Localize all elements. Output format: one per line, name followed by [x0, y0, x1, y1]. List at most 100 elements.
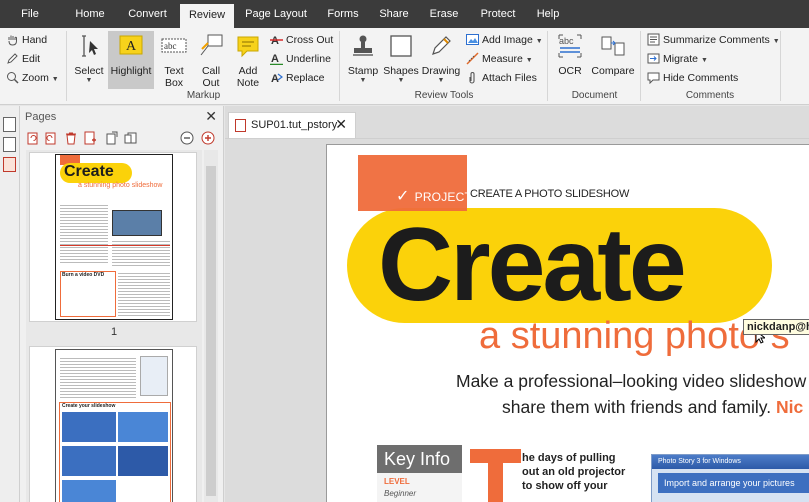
hand-label: Hand [22, 34, 48, 46]
pdf-file-icon [235, 119, 246, 132]
svg-text:A: A [271, 53, 279, 65]
page-thumbnail-image: Create your slideshow [55, 349, 173, 502]
key-info-box: Key Info LEVEL Beginner [377, 445, 462, 502]
ocr-button[interactable]: abc OCR [553, 31, 587, 89]
call-out-label-2: Out [202, 77, 220, 89]
menu-page-layout[interactable]: Page Layout [240, 0, 312, 28]
extract-page-icon[interactable] [105, 131, 119, 145]
drawing-button[interactable]: Drawing ▼ [420, 31, 462, 89]
project-title: CREATE A PHOTO SLIDESHOW [470, 188, 630, 200]
text-box-label-1: Text [164, 65, 184, 77]
migrate-icon [647, 53, 660, 64]
page-number-1: 1 [110, 326, 118, 338]
migrate-button[interactable]: Migrate ▼ [647, 50, 708, 68]
pages-scrollbar[interactable] [204, 150, 218, 502]
document-page[interactable]: ✓ PROJECT CREATE A PHOTO SLIDESHOW Create… [326, 144, 809, 502]
drawing-label: Drawing [421, 65, 461, 77]
edit-button[interactable]: Edit [6, 50, 40, 68]
thumb2-box-title: Create your slideshow [62, 403, 116, 409]
hide-comments-button[interactable]: Hide Comments [647, 69, 738, 87]
rotate-right-icon[interactable] [44, 131, 58, 145]
check-icon: ✓ [396, 188, 410, 205]
summarize-comments-button[interactable]: Summarize Comments ▼ [647, 31, 780, 49]
shapes-label: Shapes [383, 65, 419, 77]
project-label-text: PROJECT [414, 190, 473, 204]
shapes-button[interactable]: Shapes ▼ [383, 31, 419, 89]
highlight-icon: A [119, 35, 143, 55]
add-image-label: Add Image [482, 34, 533, 46]
page-thumbnail-1[interactable]: Create a stunning photo slideshow Burn a… [29, 152, 197, 322]
author-tooltip: nickdanp@ho [743, 319, 809, 335]
ocr-label: OCR [558, 65, 582, 77]
hide-comments-icon [647, 72, 660, 84]
measure-label: Measure [482, 53, 523, 65]
shapes-icon [390, 35, 412, 57]
zoom-button[interactable]: Zoom ▼ [6, 69, 59, 87]
zoom-in-icon[interactable] [201, 131, 215, 145]
menu-erase[interactable]: Erase [422, 0, 466, 28]
document-group-label: Document [571, 90, 618, 101]
ocr-icon: abc [558, 34, 582, 58]
menu-help[interactable]: Help [530, 0, 566, 28]
underline-label: Underline [286, 53, 331, 65]
attachments-panel-icon[interactable] [3, 157, 16, 172]
intro-line-2: share them with friends and family. Nic [502, 397, 803, 418]
menu-convert[interactable]: Convert [120, 0, 175, 28]
select-label: Select [74, 65, 104, 77]
pages-panel: Pages ✕ Create a stunning photo slidesho… [20, 106, 224, 502]
key-info-title: Key Info [377, 445, 462, 473]
add-note-label-1: Add [238, 65, 258, 77]
chevron-down-icon: ▼ [51, 76, 59, 83]
ribbon-separator [547, 31, 548, 101]
menu-review[interactable]: Review [180, 4, 234, 28]
document-canvas[interactable]: ✓ PROJECT CREATE A PHOTO SLIDESHOW Create… [225, 138, 809, 502]
add-note-button[interactable]: Add Note [231, 31, 265, 89]
hand-button[interactable]: Hand [6, 31, 47, 49]
pages-panel-icon[interactable] [3, 117, 16, 132]
stamp-icon [353, 35, 373, 56]
drop-cap-t [470, 449, 521, 502]
page-thumbnail-2[interactable]: Create your slideshow [29, 346, 197, 502]
markup-group-label: Markup [186, 90, 221, 101]
replace-page-icon[interactable] [124, 131, 138, 145]
measure-button[interactable]: Measure ▼ [466, 50, 533, 68]
menu-share[interactable]: Share [372, 0, 416, 28]
text-box-button[interactable]: abc Text Box [158, 31, 190, 89]
call-out-button[interactable]: Call Out [194, 31, 228, 89]
chevron-down-icon: ▼ [359, 77, 367, 84]
add-image-button[interactable]: Add Image ▼ [466, 31, 543, 49]
chevron-down-icon: ▼ [772, 38, 780, 45]
menu-protect[interactable]: Protect [474, 0, 522, 28]
select-button[interactable]: Select ▼ [72, 31, 106, 89]
ribbon-separator [66, 31, 67, 101]
rotate-left-icon[interactable] [25, 131, 39, 145]
chevron-down-icon: ▼ [525, 57, 533, 64]
note-icon [237, 36, 259, 58]
svg-text:A: A [271, 73, 279, 84]
bookmarks-panel-icon[interactable] [3, 137, 16, 152]
replace-button[interactable]: A Replace [270, 69, 325, 87]
article-screenshot: Photo Story 3 for Windows Import and arr… [651, 454, 809, 502]
cross-out-button[interactable]: ACross Out [270, 31, 333, 49]
attach-files-button[interactable]: Attach Files [466, 69, 537, 87]
article-headline: Create [378, 207, 687, 323]
menu-file[interactable]: File [10, 0, 50, 28]
close-icon[interactable]: ✕ [335, 116, 347, 133]
highlight-button[interactable]: A Highlight [108, 31, 154, 89]
menu-forms[interactable]: Forms [320, 0, 366, 28]
zoom-out-icon[interactable] [180, 131, 194, 145]
compare-button[interactable]: Compare [590, 31, 636, 89]
pencil-icon [432, 36, 451, 55]
text-box-icon: abc [161, 38, 187, 53]
delete-page-icon[interactable] [64, 131, 78, 145]
compare-icon [601, 36, 625, 56]
document-tab[interactable]: SUP01.tut_pstory ✕ [228, 112, 356, 138]
menu-home[interactable]: Home [66, 0, 114, 28]
screenshot-heading: Import and arrange your pictures [658, 473, 809, 493]
close-icon[interactable]: ✕ [205, 108, 217, 125]
underline-button[interactable]: A Underline [270, 50, 331, 68]
stamp-button[interactable]: Stamp ▼ [345, 31, 381, 89]
attach-files-label: Attach Files [482, 72, 537, 84]
insert-page-icon[interactable] [83, 131, 97, 145]
scrollbar-thumb[interactable] [206, 166, 216, 496]
